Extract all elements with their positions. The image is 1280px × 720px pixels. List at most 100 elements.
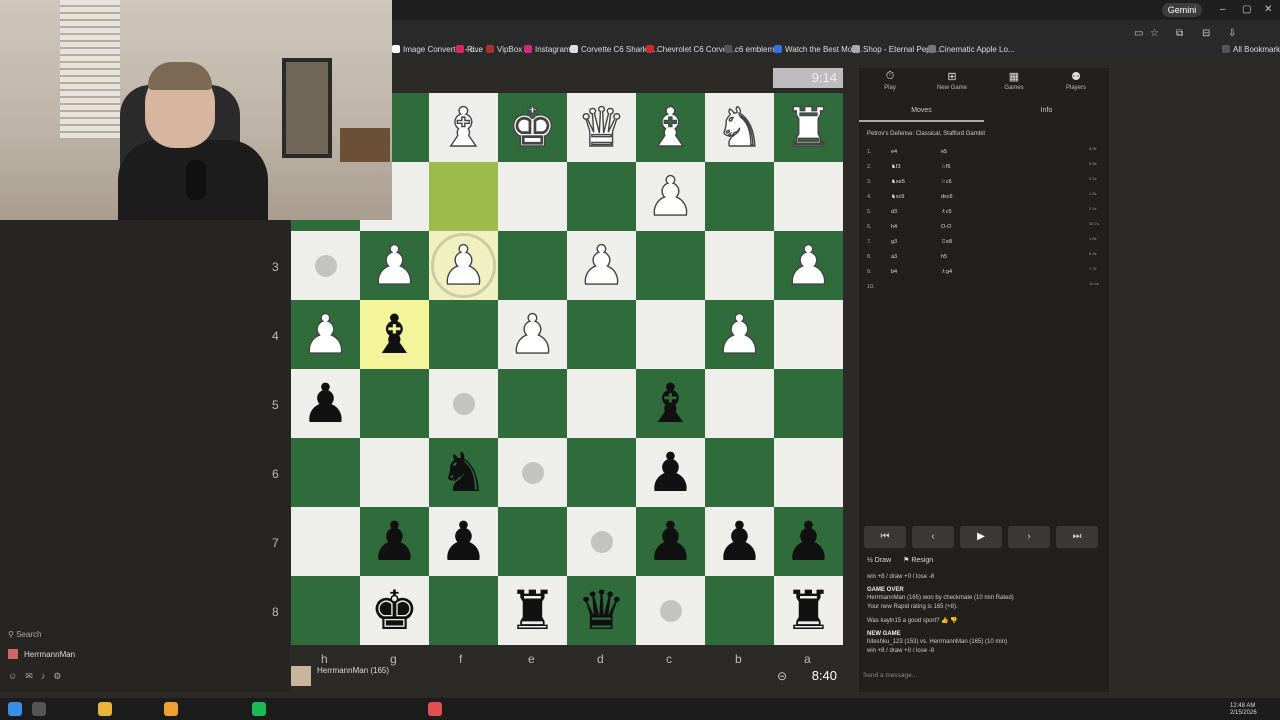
black-pawn-icon[interactable]: ♟ bbox=[636, 507, 705, 576]
last-move-button[interactable]: ⏭ bbox=[1056, 526, 1098, 548]
square[interactable]: ♟ bbox=[498, 300, 567, 369]
bookmark-9[interactable]: Cinematic Apple Lo... bbox=[928, 45, 1015, 54]
square[interactable] bbox=[498, 162, 567, 231]
bookmark-6[interactable]: c6 emblems bbox=[724, 45, 778, 54]
white-pawn-icon[interactable]: ♟ bbox=[498, 300, 567, 369]
black-pawn-icon[interactable]: ♟ bbox=[429, 507, 498, 576]
bookmark-7[interactable]: Watch the Best Mov... bbox=[774, 45, 862, 54]
bookmark-4[interactable]: Corvette C6 Sharkb... bbox=[570, 45, 658, 54]
square[interactable] bbox=[498, 369, 567, 438]
move-row[interactable]: 2. ♞f3 ♘f6 0.6s bbox=[859, 161, 1109, 176]
search-icon[interactable] bbox=[32, 702, 46, 716]
white-pawn-icon[interactable]: ♟ bbox=[705, 300, 774, 369]
square[interactable]: ♟ bbox=[291, 369, 360, 438]
square[interactable] bbox=[705, 369, 774, 438]
thumbs-up-icon[interactable]: 👍 bbox=[941, 618, 948, 624]
white-king-icon[interactable]: ♚ bbox=[498, 93, 567, 162]
square[interactable] bbox=[774, 438, 843, 507]
move-row[interactable]: 6. h4 O-O 10.7s bbox=[859, 221, 1109, 236]
folder-icon[interactable] bbox=[98, 702, 112, 716]
square[interactable]: ♟ bbox=[429, 231, 498, 300]
sidebar-search[interactable]: ⚲ Search bbox=[8, 630, 41, 639]
square[interactable] bbox=[567, 369, 636, 438]
square[interactable] bbox=[498, 438, 567, 507]
white-bishop-icon[interactable]: ♝ bbox=[429, 93, 498, 162]
square[interactable] bbox=[291, 576, 360, 645]
square[interactable] bbox=[291, 507, 360, 576]
square[interactable] bbox=[360, 438, 429, 507]
square[interactable]: ♟ bbox=[636, 162, 705, 231]
black-pawn-icon[interactable]: ♟ bbox=[291, 369, 360, 438]
square[interactable] bbox=[705, 162, 774, 231]
square[interactable]: ♚ bbox=[360, 576, 429, 645]
white-pawn-icon[interactable]: ♟ bbox=[567, 231, 636, 300]
black-bishop-icon[interactable]: ♝ bbox=[360, 300, 429, 369]
white-move[interactable]: g3 bbox=[891, 239, 897, 245]
black-move[interactable]: ♘f6 bbox=[941, 164, 951, 170]
square[interactable]: ♟ bbox=[636, 438, 705, 507]
move-row[interactable]: 4. ♞xc6 dxc6 1.5s bbox=[859, 191, 1109, 206]
square-highlight[interactable]: ♝ bbox=[360, 300, 429, 369]
square[interactable]: ♛ bbox=[567, 576, 636, 645]
white-move[interactable]: ♞xe5 bbox=[891, 179, 905, 185]
move-row[interactable]: 5. d3 ♗c5 2.1s bbox=[859, 206, 1109, 221]
white-move[interactable]: b4 bbox=[891, 269, 897, 275]
square[interactable] bbox=[291, 231, 360, 300]
white-rook-icon[interactable]: ♜ bbox=[774, 93, 843, 162]
square[interactable]: ♞ bbox=[429, 438, 498, 507]
black-move[interactable]: dxc6 bbox=[941, 194, 953, 200]
square[interactable] bbox=[429, 369, 498, 438]
resign-button[interactable]: ⚑ Resign bbox=[903, 557, 933, 564]
black-pawn-icon[interactable]: ♟ bbox=[774, 507, 843, 576]
minimize-icon[interactable]: – bbox=[1220, 4, 1226, 15]
clock-date[interactable]: 2/15/2026 bbox=[1230, 710, 1257, 716]
download-icon[interactable]: ⇩ bbox=[1228, 28, 1236, 39]
chrome-icon[interactable] bbox=[164, 702, 178, 716]
square[interactable] bbox=[429, 300, 498, 369]
subtab-info[interactable]: Info bbox=[984, 102, 1109, 120]
move-hint-icon[interactable] bbox=[453, 393, 475, 415]
square[interactable]: ♟ bbox=[360, 507, 429, 576]
square[interactable] bbox=[636, 300, 705, 369]
square[interactable]: ♟ bbox=[291, 300, 360, 369]
square[interactable]: ♟ bbox=[360, 231, 429, 300]
thumbs-down-icon[interactable]: 👎 bbox=[950, 618, 957, 624]
draw-button[interactable]: ½ Draw bbox=[867, 557, 891, 564]
next-move-button[interactable]: › bbox=[1008, 526, 1050, 548]
square[interactable] bbox=[429, 576, 498, 645]
square[interactable] bbox=[774, 300, 843, 369]
black-move[interactable]: ♖e8 bbox=[941, 239, 952, 245]
square[interactable]: ♟ bbox=[774, 507, 843, 576]
bookmark-1[interactable]: Rive bbox=[456, 45, 483, 54]
square[interactable]: ♜ bbox=[498, 576, 567, 645]
black-pawn-icon[interactable]: ♟ bbox=[705, 507, 774, 576]
bookmark-2[interactable]: VipBox bbox=[486, 45, 522, 54]
square[interactable]: ♟ bbox=[567, 231, 636, 300]
bookmark-5[interactable]: Chevrolet C6 Corvet... bbox=[646, 45, 736, 54]
white-move[interactable]: d3 bbox=[891, 209, 897, 215]
white-move[interactable]: e4 bbox=[891, 149, 897, 155]
first-move-button[interactable]: ⏮ bbox=[864, 526, 906, 548]
white-knight-icon[interactable]: ♞ bbox=[705, 93, 774, 162]
move-row[interactable]: 10. 10.4s bbox=[859, 281, 1109, 296]
white-pawn-icon[interactable]: ♟ bbox=[429, 231, 498, 300]
tab-players[interactable]: ⚉ Players bbox=[1045, 70, 1107, 91]
black-move[interactable]: e5 bbox=[941, 149, 947, 155]
square[interactable]: ♜ bbox=[774, 93, 843, 162]
move-row[interactable]: 9. b4 ♗g4 7.7s bbox=[859, 266, 1109, 281]
white-pawn-icon[interactable]: ♟ bbox=[774, 231, 843, 300]
sidebar-user[interactable]: HerrmannMan bbox=[8, 649, 75, 659]
square[interactable] bbox=[705, 576, 774, 645]
black-move[interactable]: O-O bbox=[941, 224, 951, 230]
move-row[interactable]: 8. a3 h5 6.3s bbox=[859, 251, 1109, 266]
black-move[interactable]: ♗g4 bbox=[941, 269, 952, 275]
square[interactable] bbox=[705, 438, 774, 507]
move-row[interactable]: 7. g3 ♖e8 1.6s bbox=[859, 236, 1109, 251]
square[interactable] bbox=[636, 231, 705, 300]
extensions-icon[interactable]: ⧉ bbox=[1176, 28, 1183, 39]
black-queen-icon[interactable]: ♛ bbox=[567, 576, 636, 645]
gemini-button[interactable]: Gemini bbox=[1162, 3, 1202, 17]
move-hint-icon[interactable] bbox=[660, 600, 682, 622]
square[interactable] bbox=[360, 369, 429, 438]
black-move[interactable]: h5 bbox=[941, 254, 947, 260]
